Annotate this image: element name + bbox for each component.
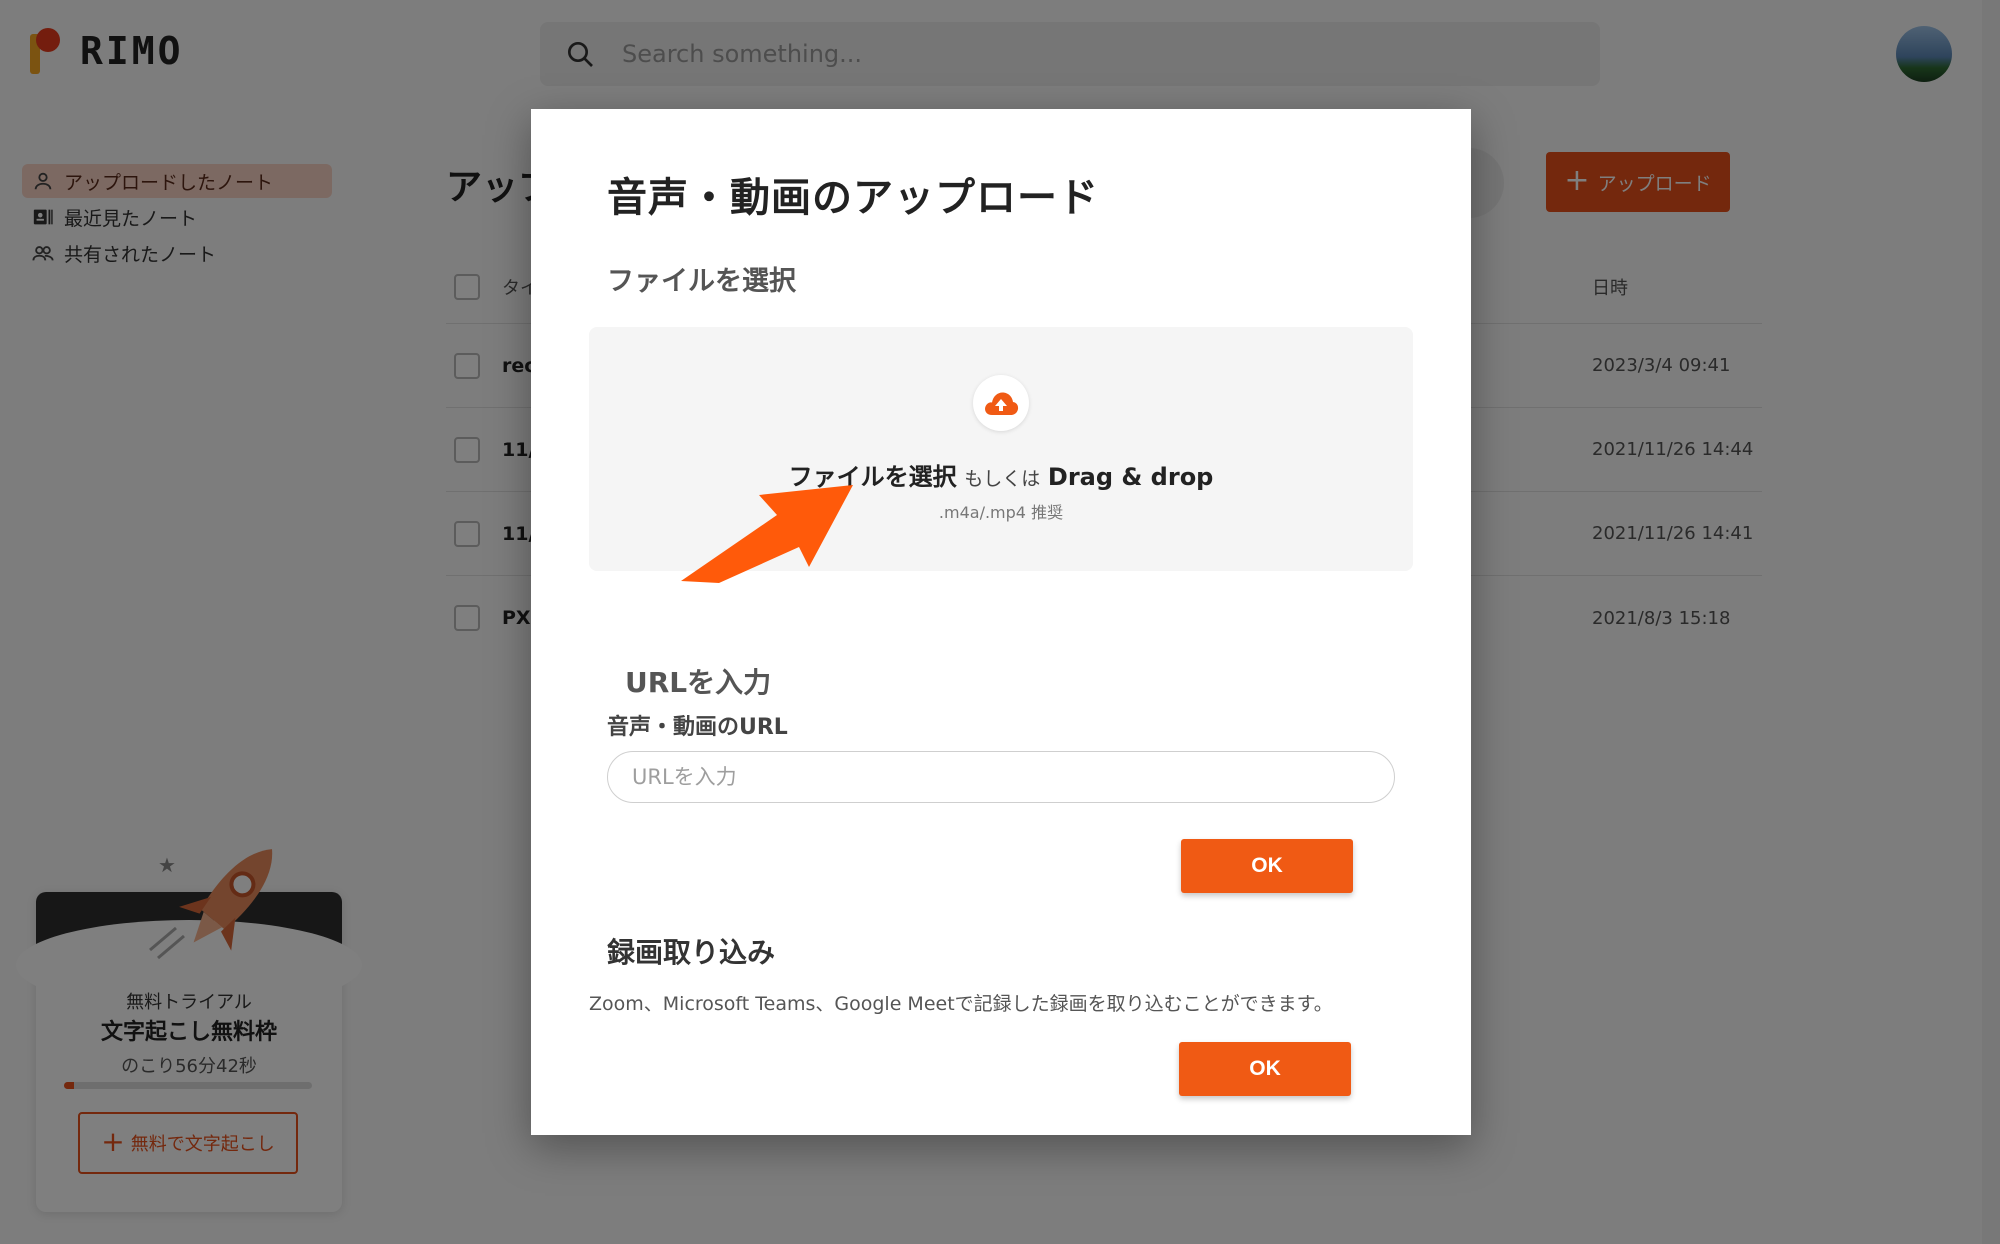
cloud-upload-icon xyxy=(985,392,1019,415)
file-section-heading: ファイルを選択 xyxy=(607,266,796,297)
upload-dialog: 音声・動画のアップロード ファイルを選択 ファイルを選択 もしくは Drag &… xyxy=(531,109,1471,1135)
url-field-label: 音声・動画のURL xyxy=(607,715,788,740)
dialog-title: 音声・動画のアップロード xyxy=(607,175,1099,221)
recording-description: Zoom、Microsoft Teams、Google Meetで記録した録画を… xyxy=(589,993,1333,1015)
url-input[interactable] xyxy=(607,751,1395,803)
recording-ok-button[interactable]: OK xyxy=(1179,1042,1351,1096)
drag-drop-text: Drag & drop xyxy=(1047,463,1214,491)
recording-section-heading: 録画取り込み xyxy=(607,936,776,969)
or-text: もしくは xyxy=(964,468,1041,490)
file-dropzone[interactable]: ファイルを選択 もしくは Drag & drop .m4a/.mp4 推奨 xyxy=(589,327,1413,583)
url-section-heading: URLを入力 xyxy=(625,666,772,699)
url-ok-button[interactable]: OK xyxy=(1181,839,1353,893)
orange-arrow-annotation-icon xyxy=(681,485,853,583)
upload-cloud-button[interactable] xyxy=(973,375,1029,431)
